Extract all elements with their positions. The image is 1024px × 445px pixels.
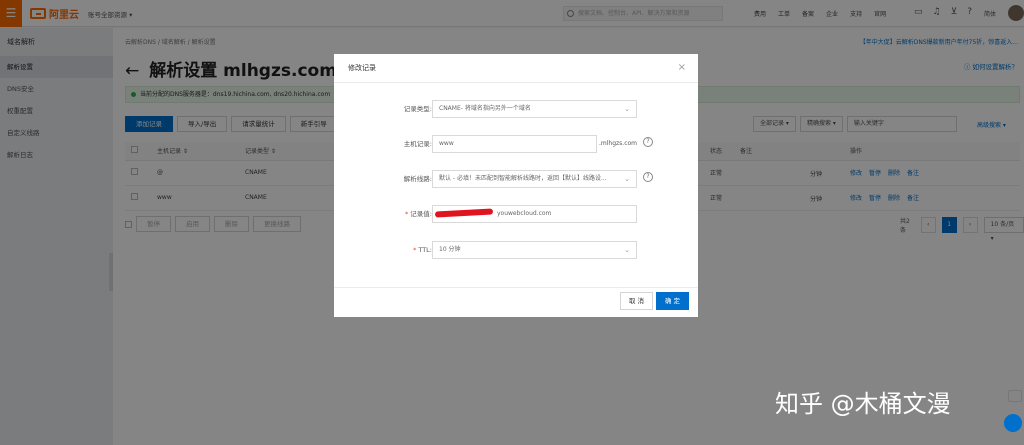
field-label: 主机记录: [403, 140, 432, 148]
field-label: * TTL: [413, 246, 432, 254]
field-label: 解析线路: [403, 175, 432, 183]
field-record-type: 记录类型: CNAME- 将域名指向另外一个域名 ⌄ [334, 100, 698, 118]
chevron-down-icon: ⌄ [624, 246, 630, 254]
help-icon[interactable]: ? [643, 172, 653, 182]
dialog-divider [334, 287, 698, 288]
field-label: * 记录值: [405, 210, 432, 218]
ttl-select[interactable]: 10 分钟 ⌄ [432, 241, 637, 259]
chat-icon[interactable] [1004, 414, 1022, 432]
feedback-icon[interactable] [1008, 390, 1022, 402]
confirm-button[interactable]: 确 定 [656, 292, 689, 310]
field-value: * 记录值: youwebcloud.com [334, 205, 698, 223]
field-ttl: * TTL: 10 分钟 ⌄ [334, 241, 698, 259]
line-select[interactable]: 默认 - 必填！未匹配到智能解析线路时，返回【默认】线路设... ⌄ [432, 170, 637, 188]
value-input[interactable]: youwebcloud.com [432, 205, 637, 223]
edit-record-dialog: 修改记录 × 记录类型: CNAME- 将域名指向另外一个域名 ⌄ 主机记录: w… [334, 54, 698, 317]
close-icon[interactable]: × [678, 62, 686, 73]
field-line: 解析线路: 默认 - 必填！未匹配到智能解析线路时，返回【默认】线路设... ⌄ … [334, 170, 698, 188]
watermark: 知乎 @木桶文漫 [775, 390, 951, 418]
record-type-select[interactable]: CNAME- 将域名指向另外一个域名 ⌄ [432, 100, 637, 118]
domain-suffix: .mlhgzs.com [599, 140, 638, 147]
chevron-down-icon: ⌄ [624, 175, 630, 183]
redaction-mark [434, 208, 494, 218]
dialog-title: 修改记录 [334, 54, 698, 83]
cancel-button[interactable]: 取 消 [620, 292, 653, 310]
help-icon[interactable]: ? [643, 137, 653, 147]
field-label: 记录类型: [403, 105, 432, 113]
field-host: 主机记录: www .mlhgzs.com ? [334, 135, 698, 153]
chevron-down-icon: ⌄ [624, 105, 630, 113]
host-input[interactable]: www [432, 135, 597, 153]
